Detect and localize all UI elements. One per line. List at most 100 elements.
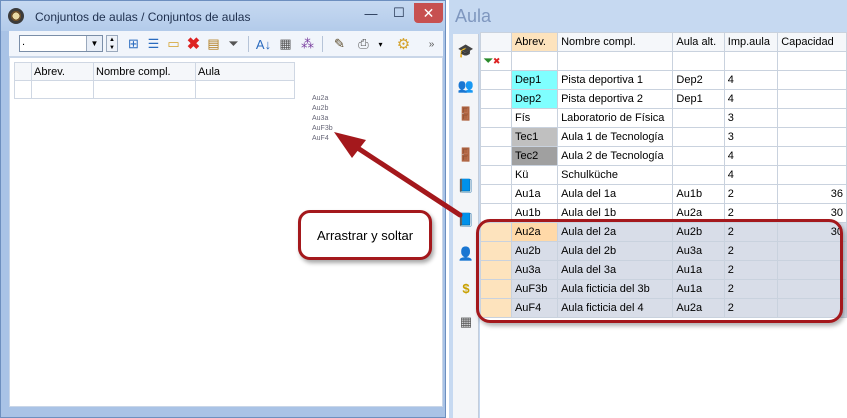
overflow-chevron-icon[interactable]: » — [423, 36, 440, 52]
new-icon[interactable]: ▭ — [165, 36, 182, 52]
row-selector-header[interactable] — [480, 32, 512, 52]
new-row-icon[interactable]: ⊞ — [125, 36, 142, 52]
cell-capacidad[interactable] — [777, 127, 847, 147]
filter-cell[interactable] — [510, 51, 559, 71]
table-row[interactable]: Dep2 Pista deportiva 2 Dep1 4 — [480, 89, 847, 109]
row-selector[interactable] — [480, 165, 512, 185]
delete-icon[interactable]: ✖ — [185, 36, 202, 53]
cell-abrev[interactable]: Fís — [510, 108, 559, 128]
clear-filter-icon[interactable]: ✖ — [493, 56, 501, 66]
format-icon[interactable]: ▦ — [277, 36, 294, 52]
cell-imp-aula[interactable]: 3 — [723, 127, 779, 147]
cell-abrev[interactable]: Dep2 — [510, 89, 559, 109]
money-icon[interactable]: $ — [457, 279, 475, 297]
cell-imp-aula[interactable]: 2 — [723, 184, 779, 204]
cell-aula-alt[interactable] — [672, 127, 725, 147]
columns-icon[interactable]: ☰ — [145, 36, 162, 52]
cell-abrev[interactable]: Tec2 — [510, 146, 559, 166]
cell-abrev[interactable]: Tec1 — [510, 127, 559, 147]
timetable-icon[interactable]: ▦ — [457, 313, 475, 331]
cell-nombre[interactable]: Aula 2 de Tecnología — [557, 146, 674, 166]
close-button[interactable]: ✕ — [414, 3, 443, 23]
cell-aula-alt[interactable] — [672, 146, 725, 166]
cell-nombre[interactable]: Pista deportiva 1 — [557, 70, 674, 90]
filter-cell[interactable]: ⏷✖ — [480, 51, 512, 71]
chevron-down-icon[interactable]: ▼ — [86, 36, 102, 51]
row-selector[interactable] — [480, 146, 512, 166]
maximize-button[interactable]: ☐ — [386, 3, 412, 23]
column-header[interactable]: Nombre compl. — [93, 62, 196, 81]
cell-capacidad[interactable]: 36 — [777, 184, 847, 204]
teachers-icon[interactable]: 🎓 — [457, 42, 475, 60]
filter-cell[interactable] — [672, 51, 725, 71]
cell-aula-alt[interactable]: Dep2 — [672, 70, 725, 90]
column-header[interactable]: Nombre compl. — [557, 32, 674, 52]
filter-icon[interactable]: ⏷ — [484, 55, 493, 67]
table-row[interactable]: Fís Laboratorio de Física 3 — [480, 108, 847, 128]
print-icon[interactable]: ⎙ — [355, 36, 372, 52]
row-selector[interactable] — [480, 184, 512, 204]
book-icon[interactable]: 📘 — [457, 177, 475, 195]
row-selector-header[interactable] — [14, 62, 32, 81]
filter-cell[interactable] — [557, 51, 674, 71]
cell-nombre[interactable]: Pista deportiva 2 — [557, 89, 674, 109]
cell-imp-aula[interactable]: 3 — [723, 108, 779, 128]
cell-nombre[interactable]: Schulküche — [557, 165, 674, 185]
cell-imp-aula[interactable]: 4 — [723, 89, 779, 109]
cell-abrev[interactable]: Kü — [510, 165, 559, 185]
cell-capacidad[interactable] — [777, 146, 847, 166]
row-selector[interactable] — [480, 70, 512, 90]
cell-aula-alt[interactable] — [672, 108, 725, 128]
filter-cell[interactable] — [777, 51, 847, 71]
link-icon[interactable]: ⁂ — [299, 36, 316, 52]
table-row[interactable] — [14, 80, 295, 99]
cell-capacidad[interactable] — [777, 165, 847, 185]
cell-abrev[interactable]: Dep1 — [510, 70, 559, 90]
column-header[interactable]: Aula — [195, 62, 295, 81]
cell-nombre[interactable]: Laboratorio de Física — [557, 108, 674, 128]
cell-nombre[interactable]: Aula 1 de Tecnología — [557, 127, 674, 147]
gear-icon[interactable]: ⚙ — [395, 36, 412, 53]
table-row[interactable]: Dep1 Pista deportiva 1 Dep2 4 — [480, 70, 847, 90]
row-selector[interactable] — [480, 89, 512, 109]
row-selector[interactable] — [480, 108, 512, 128]
column-header[interactable]: Abrev. — [31, 62, 94, 81]
cell-abrev[interactable]: Au1a — [510, 184, 559, 204]
cell-aula-alt[interactable] — [672, 165, 725, 185]
spinner-control[interactable]: ▲ ▼ — [106, 35, 118, 52]
cell-aula-alt[interactable]: Au1b — [672, 184, 725, 204]
filter-cell[interactable] — [723, 51, 779, 71]
room-sets-icon[interactable]: 🚪 — [457, 146, 475, 164]
sort-icon[interactable]: A↓ — [255, 36, 272, 52]
book-blue-icon[interactable]: 📘 — [457, 211, 475, 229]
column-header[interactable]: Capacidad — [777, 32, 847, 52]
column-header[interactable]: Imp.aula — [723, 32, 779, 52]
edit-list-icon[interactable]: ▤ — [205, 36, 222, 52]
rooms-icon[interactable]: 🚪 — [457, 105, 475, 123]
cell-aula-alt[interactable]: Dep1 — [672, 89, 725, 109]
minimize-button[interactable]: — — [358, 3, 384, 23]
cell-capacidad[interactable] — [777, 108, 847, 128]
row-selector[interactable] — [14, 80, 32, 99]
class-select[interactable]: . ▼ — [19, 35, 103, 52]
cell-nombre[interactable]: Aula del 1a — [557, 184, 674, 204]
filter-icon[interactable]: ⏷ — [225, 36, 242, 52]
cell-imp-aula[interactable]: 4 — [723, 165, 779, 185]
column-header[interactable]: Aula alt. — [672, 32, 725, 52]
chevron-down-icon[interactable]: ▾ — [372, 36, 389, 52]
table-row[interactable]: Kü Schulküche 4 — [480, 165, 847, 185]
cell-imp-aula[interactable]: 4 — [723, 146, 779, 166]
cell-capacidad[interactable] — [777, 70, 847, 90]
table-row[interactable]: Au1a Aula del 1a Au1b 2 36 — [480, 184, 847, 204]
row-selector[interactable] — [480, 127, 512, 147]
cell-imp-aula[interactable]: 4 — [723, 70, 779, 90]
person-icon[interactable]: 👤 — [457, 245, 475, 263]
table-cell[interactable] — [195, 80, 295, 99]
table-row[interactable]: Tec2 Aula 2 de Tecnología 4 — [480, 146, 847, 166]
settings-icon[interactable]: ✎ — [331, 36, 348, 52]
column-header[interactable]: Abrev. — [510, 32, 559, 52]
cell-capacidad[interactable] — [777, 89, 847, 109]
table-cell[interactable] — [31, 80, 94, 99]
students-icon[interactable]: 👥 — [457, 77, 475, 95]
title-bar[interactable]: Conjuntos de aulas / Conjuntos de aulas … — [1, 1, 445, 31]
